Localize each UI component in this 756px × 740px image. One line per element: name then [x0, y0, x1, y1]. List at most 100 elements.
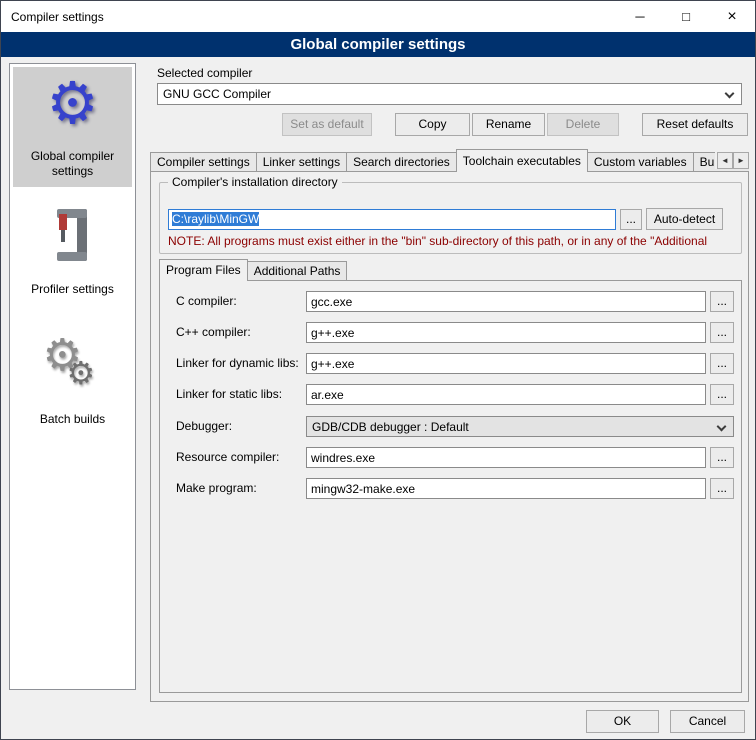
- installation-directory-group-title: Compiler's installation directory: [168, 175, 342, 189]
- tab-search-directories[interactable]: Search directories: [346, 152, 457, 172]
- maximize-icon: □: [682, 9, 690, 24]
- tab-label: Program Files: [166, 263, 241, 277]
- button-label: Delete: [566, 117, 601, 131]
- tab-label: Toolchain executables: [463, 154, 581, 168]
- cancel-button[interactable]: Cancel: [670, 710, 745, 733]
- program-files-tabstrip: Program Files Additional Paths: [159, 259, 346, 281]
- button-label: ...: [717, 325, 727, 339]
- c-compiler-input[interactable]: [306, 291, 706, 312]
- button-label: OK: [614, 714, 631, 728]
- ok-button[interactable]: OK: [586, 710, 659, 733]
- tab-additional-paths[interactable]: Additional Paths: [247, 261, 348, 281]
- window-controls: ─ □ ×: [617, 1, 755, 32]
- debugger-value: GDB/CDB debugger : Default: [312, 420, 469, 434]
- button-label: Copy: [418, 117, 446, 131]
- button-label: ...: [626, 212, 636, 226]
- tab-scroll-right-icon[interactable]: ►: [733, 152, 749, 169]
- blue-gear-icon: ⚙: [41, 71, 105, 135]
- debugger-dropdown[interactable]: GDB/CDB debugger : Default: [306, 416, 734, 437]
- installation-directory-input[interactable]: C:\raylib\MinGW: [168, 209, 616, 230]
- form-row-linker-dynamic: Linker for dynamic libs: ...: [160, 353, 741, 375]
- form-row-cpp-compiler: C++ compiler: ...: [160, 322, 741, 344]
- browse-button[interactable]: ...: [710, 447, 734, 468]
- button-label: ...: [717, 294, 727, 308]
- browse-button[interactable]: ...: [710, 384, 734, 405]
- minimize-icon: ─: [635, 9, 644, 24]
- field-label: Make program:: [176, 481, 257, 495]
- tab-label: Custom variables: [594, 155, 687, 169]
- sidebar-item-label: Global compiler settings: [15, 149, 130, 179]
- program-files-panel: C compiler: ... C++ compiler: ... Linker…: [159, 280, 742, 693]
- settings-tabstrip: Compiler settings Linker settings Search d…: [150, 149, 749, 172]
- sidebar-item-label: Batch builds: [40, 412, 105, 427]
- delete-button[interactable]: Delete: [547, 113, 619, 136]
- tab-label: Additional Paths: [254, 264, 341, 278]
- field-label: Debugger:: [176, 419, 232, 433]
- set-as-default-button[interactable]: Set as default: [282, 113, 372, 136]
- installation-directory-group: Compiler's installation directory C:\ray…: [159, 182, 742, 254]
- sidebar-item-global-compiler-settings[interactable]: ⚙ Global compiler settings: [13, 67, 132, 187]
- browse-button[interactable]: ...: [710, 322, 734, 343]
- tab-program-files[interactable]: Program Files: [159, 259, 248, 281]
- sidebar-item-profiler-settings[interactable]: Profiler settings: [13, 200, 132, 305]
- resource-compiler-input[interactable]: [306, 447, 706, 468]
- titlebar: Compiler settings ─ □ ×: [1, 1, 755, 32]
- browse-directory-button[interactable]: ...: [620, 209, 642, 230]
- tab-scroll-controls: ◄►: [715, 152, 749, 169]
- browse-button[interactable]: ...: [710, 291, 734, 312]
- button-label: Cancel: [689, 714, 726, 728]
- field-label: Linker for static libs:: [176, 387, 282, 401]
- browse-button[interactable]: ...: [710, 478, 734, 499]
- close-icon: ×: [727, 8, 736, 26]
- button-label: ...: [717, 481, 727, 495]
- clamp-icon: [41, 204, 105, 268]
- button-label: Reset defaults: [657, 117, 734, 131]
- selected-compiler-value: GNU GCC Compiler: [163, 87, 271, 101]
- button-label: Auto-detect: [654, 212, 715, 226]
- copy-button[interactable]: Copy: [395, 113, 470, 136]
- tab-linker-settings[interactable]: Linker settings: [256, 152, 347, 172]
- tab-compiler-settings[interactable]: Compiler settings: [150, 152, 257, 172]
- tab-scroll-left-icon[interactable]: ◄: [717, 152, 733, 169]
- linker-dynamic-input[interactable]: [306, 353, 706, 374]
- cpp-compiler-input[interactable]: [306, 322, 706, 343]
- linker-static-input[interactable]: [306, 384, 706, 405]
- minimize-button[interactable]: ─: [617, 1, 663, 32]
- button-label: ...: [717, 387, 727, 401]
- field-label: Linker for dynamic libs:: [176, 356, 299, 370]
- browse-button[interactable]: ...: [710, 353, 734, 374]
- tab-custom-variables[interactable]: Custom variables: [587, 152, 694, 172]
- gray-gears-icon: ⚙⚙: [41, 334, 105, 398]
- tab-toolchain-executables[interactable]: Toolchain executables: [456, 149, 588, 172]
- tab-label: Linker settings: [263, 155, 340, 169]
- sidebar-item-label: Profiler settings: [31, 282, 114, 297]
- settings-category-sidebar: ⚙ Global compiler settings Profiler sett…: [9, 63, 136, 690]
- auto-detect-button[interactable]: Auto-detect: [646, 208, 723, 230]
- installation-directory-value: C:\raylib\MinGW: [172, 212, 259, 226]
- form-row-make-program: Make program: ...: [160, 478, 741, 500]
- field-label: Resource compiler:: [176, 450, 279, 464]
- tab-label: Search directories: [353, 155, 450, 169]
- sidebar-item-batch-builds[interactable]: ⚙⚙ Batch builds: [13, 330, 132, 435]
- form-row-resource-compiler: Resource compiler: ...: [160, 447, 741, 469]
- chevron-down-icon: [725, 89, 735, 99]
- field-label: C compiler:: [176, 294, 237, 308]
- chevron-down-icon: [717, 422, 727, 432]
- form-row-c-compiler: C compiler: ...: [160, 291, 741, 313]
- toolchain-executables-panel: Compiler's installation directory C:\ray…: [150, 171, 749, 702]
- reset-defaults-button[interactable]: Reset defaults: [642, 113, 748, 136]
- button-label: ...: [717, 450, 727, 464]
- rename-button[interactable]: Rename: [472, 113, 545, 136]
- window-title: Compiler settings: [1, 10, 104, 24]
- form-row-debugger: Debugger: GDB/CDB debugger : Default: [160, 416, 741, 438]
- selected-compiler-label: Selected compiler: [157, 66, 252, 80]
- button-label: ...: [717, 356, 727, 370]
- field-label: C++ compiler:: [176, 325, 251, 339]
- compiler-settings-window: Compiler settings ─ □ × Global compiler …: [0, 0, 756, 740]
- page-title: Global compiler settings: [1, 32, 755, 57]
- close-button[interactable]: ×: [709, 1, 755, 32]
- make-program-input[interactable]: [306, 478, 706, 499]
- maximize-button[interactable]: □: [663, 1, 709, 32]
- bin-subdirectory-note: NOTE: All programs must exist either in …: [168, 234, 740, 248]
- selected-compiler-dropdown[interactable]: GNU GCC Compiler: [157, 83, 742, 105]
